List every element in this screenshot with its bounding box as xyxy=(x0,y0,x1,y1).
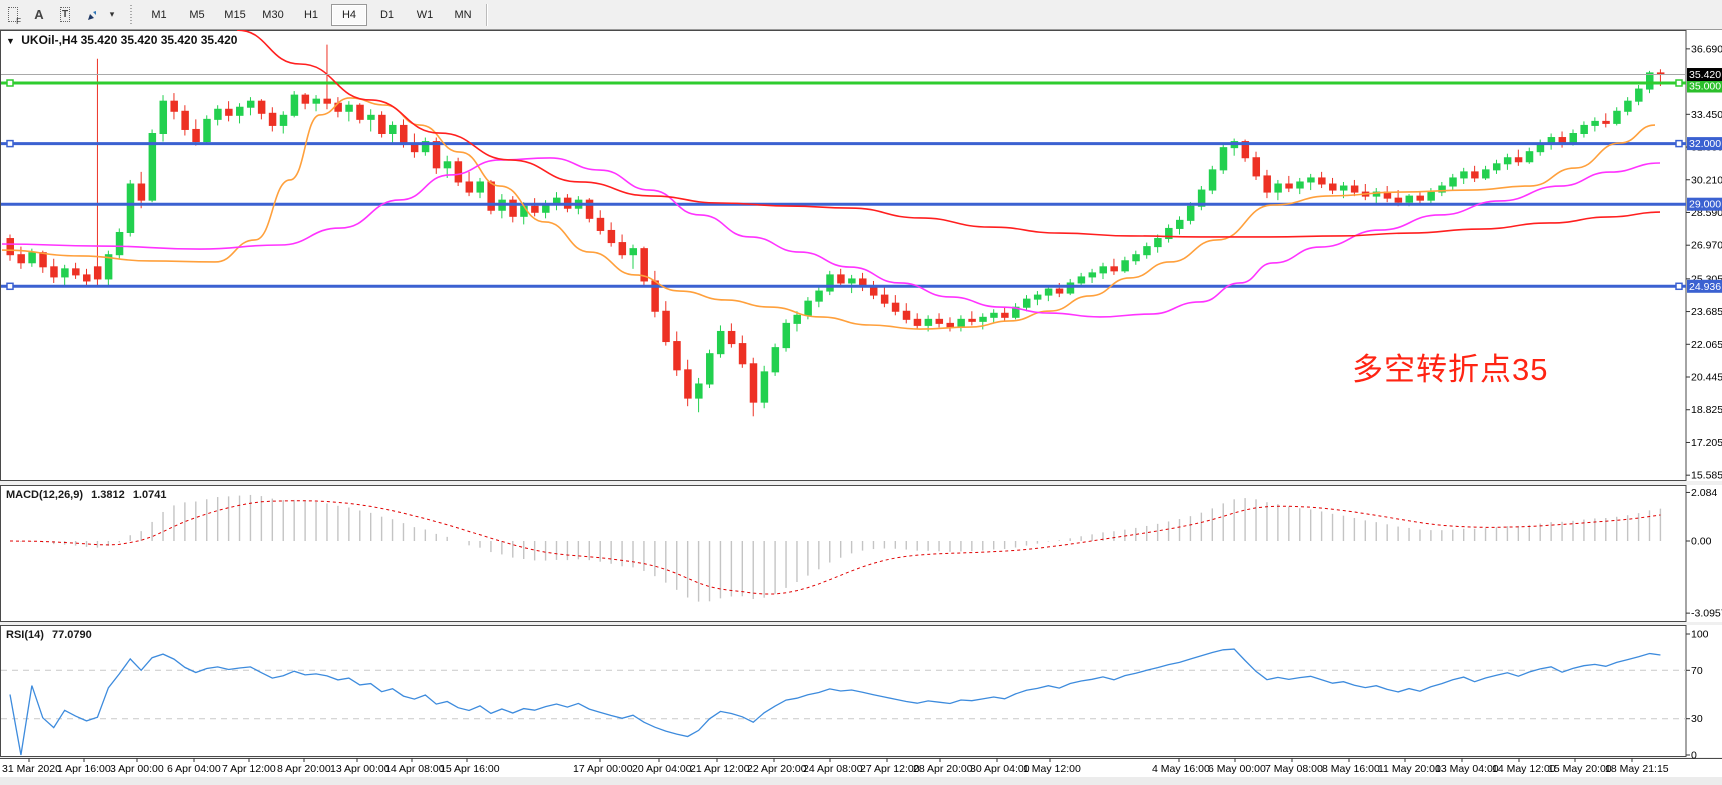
timeframe-button-d1[interactable]: D1 xyxy=(369,4,405,26)
chart-annotation-text[interactable]: 多空转折点35 xyxy=(1352,344,1548,389)
svg-text:15 May 20:00: 15 May 20:00 xyxy=(1548,763,1612,775)
svg-text:0.00: 0.00 xyxy=(1691,536,1712,548)
price-badge-32.000: 32.000 xyxy=(1687,137,1722,150)
svg-text:7 May 08:00: 7 May 08:00 xyxy=(1265,763,1323,775)
toolbar-separator xyxy=(486,4,488,26)
mt4-window: F A T ▾ M1M5M15M30H1H4D1W1MN 36.69033.45… xyxy=(0,0,1722,785)
svg-text:24 Apr 08:00: 24 Apr 08:00 xyxy=(803,763,863,775)
price-badge-24.936: 24.936 xyxy=(1687,280,1722,293)
rsi-panel[interactable] xyxy=(0,625,1722,757)
svg-text:6 May 00:00: 6 May 00:00 xyxy=(1208,763,1266,775)
svg-text:33.450: 33.450 xyxy=(1691,109,1722,121)
svg-text:21 Apr 12:00: 21 Apr 12:00 xyxy=(690,763,750,775)
letter-a-glyph: A xyxy=(34,7,43,22)
svg-text:7 Apr 12:00: 7 Apr 12:00 xyxy=(222,763,276,775)
timeframe-button-m30[interactable]: M30 xyxy=(255,4,291,26)
ohlc-values: 35.420 35.420 35.420 35.420 xyxy=(81,33,238,47)
svg-text:1 May 12:00: 1 May 12:00 xyxy=(1023,763,1081,775)
svg-text:1 Apr 16:00: 1 Apr 16:00 xyxy=(57,763,111,775)
svg-text:13 May 04:00: 13 May 04:00 xyxy=(1435,763,1499,775)
price-badge-35.420: 35.420 xyxy=(1687,68,1722,81)
dropdown-caret-icon[interactable]: ▾ xyxy=(105,4,119,26)
period-grid-glyph: F xyxy=(8,7,18,22)
svg-text:27 Apr 12:00: 27 Apr 12:00 xyxy=(860,763,920,775)
svg-text:15 Apr 16:00: 15 Apr 16:00 xyxy=(440,763,500,775)
svg-text:22.065: 22.065 xyxy=(1691,339,1722,351)
chart-canvas[interactable]: 36.69033.45031.83030.21028.59026.97025.3… xyxy=(0,0,1722,785)
svg-text:22 Apr 20:00: 22 Apr 20:00 xyxy=(747,763,807,775)
timeframe-button-m15[interactable]: M15 xyxy=(217,4,253,26)
toolbar-grip[interactable] xyxy=(128,5,134,25)
svg-text:-3.0957: -3.0957 xyxy=(1691,608,1722,620)
svg-text:2.084: 2.084 xyxy=(1691,487,1717,499)
svg-text:6 Apr 04:00: 6 Apr 04:00 xyxy=(167,763,221,775)
price-badge-29.000: 29.000 xyxy=(1687,198,1722,211)
svg-text:24.936: 24.936 xyxy=(1689,281,1721,293)
svg-text:35.420: 35.420 xyxy=(1689,69,1721,81)
svg-text:11 May 20:00: 11 May 20:00 xyxy=(1378,763,1441,775)
svg-text:13 Apr 00:00: 13 Apr 00:00 xyxy=(330,763,390,775)
svg-text:100: 100 xyxy=(1691,629,1709,641)
rsi-value: 77.0790 xyxy=(52,629,92,641)
svg-text:20.445: 20.445 xyxy=(1691,372,1722,384)
chart-title: ▼ UKOil-,H4 35.420 35.420 35.420 35.420 xyxy=(6,33,237,47)
svg-text:3 Apr 00:00: 3 Apr 00:00 xyxy=(110,763,164,775)
timeframe-bar: M1M5M15M30H1H4D1W1MN xyxy=(140,4,482,26)
timeframe-button-m1[interactable]: M1 xyxy=(141,4,177,26)
svg-text:31 Mar 2020: 31 Mar 2020 xyxy=(2,763,61,775)
text-label-icon[interactable]: A xyxy=(27,4,51,26)
symbol-period-label: UKOil-,H4 xyxy=(21,33,77,47)
macd-signal-value: 1.0741 xyxy=(133,489,167,501)
svg-text:14 Apr 08:00: 14 Apr 08:00 xyxy=(385,763,445,775)
svg-text:28 Apr 20:00: 28 Apr 20:00 xyxy=(913,763,973,775)
toolbar: F A T ▾ M1M5M15M30H1H4D1W1MN xyxy=(0,0,1722,30)
price-badge-35.000: 35.000 xyxy=(1687,80,1722,93)
svg-text:17.205: 17.205 xyxy=(1691,437,1722,449)
timeframe-button-m5[interactable]: M5 xyxy=(179,4,215,26)
svg-text:70: 70 xyxy=(1691,665,1703,677)
macd-label: MACD(12,26,9) 1.3812 1.0741 xyxy=(6,489,166,501)
svg-text:18.825: 18.825 xyxy=(1691,404,1722,416)
timeframe-button-w1[interactable]: W1 xyxy=(407,4,443,26)
svg-text:36.690: 36.690 xyxy=(1691,43,1722,55)
svg-text:30: 30 xyxy=(1691,713,1703,725)
svg-text:8 Apr 20:00: 8 Apr 20:00 xyxy=(277,763,331,775)
svg-text:23.685: 23.685 xyxy=(1691,306,1722,318)
timeframe-button-h4[interactable]: H4 xyxy=(331,4,367,26)
timeframe-button-h1[interactable]: H1 xyxy=(293,4,329,26)
period-grid-icon[interactable]: F xyxy=(1,4,25,26)
svg-text:18 May 21:15: 18 May 21:15 xyxy=(1605,763,1669,775)
letter-t-glyph: T xyxy=(60,7,70,22)
svg-text:26.970: 26.970 xyxy=(1691,240,1722,252)
macd-main-value: 1.3812 xyxy=(91,489,125,501)
arrows-glyph xyxy=(86,8,96,22)
symbol-dropdown-icon[interactable]: ▼ xyxy=(6,36,15,46)
rsi-label: RSI(14) 77.0790 xyxy=(6,629,92,641)
svg-text:14 May 12:00: 14 May 12:00 xyxy=(1492,763,1556,775)
svg-text:17 Apr 00:00: 17 Apr 00:00 xyxy=(573,763,633,775)
arrow-objects-icon[interactable] xyxy=(79,4,103,26)
text-object-icon[interactable]: T xyxy=(53,4,77,26)
svg-text:29.000: 29.000 xyxy=(1689,199,1721,211)
svg-text:4 May 16:00: 4 May 16:00 xyxy=(1152,763,1210,775)
svg-text:32.000: 32.000 xyxy=(1689,138,1721,150)
svg-text:30.210: 30.210 xyxy=(1691,174,1722,186)
svg-text:35.000: 35.000 xyxy=(1689,81,1721,93)
svg-text:20 Apr 04:00: 20 Apr 04:00 xyxy=(632,763,692,775)
svg-text:8 May 16:00: 8 May 16:00 xyxy=(1322,763,1380,775)
svg-text:30 Apr 04:00: 30 Apr 04:00 xyxy=(970,763,1030,775)
svg-text:0: 0 xyxy=(1691,750,1697,762)
timeframe-button-mn[interactable]: MN xyxy=(445,4,481,26)
svg-text:15.585: 15.585 xyxy=(1691,470,1722,482)
macd-panel[interactable] xyxy=(0,485,1722,622)
main-panel[interactable] xyxy=(0,30,1722,481)
